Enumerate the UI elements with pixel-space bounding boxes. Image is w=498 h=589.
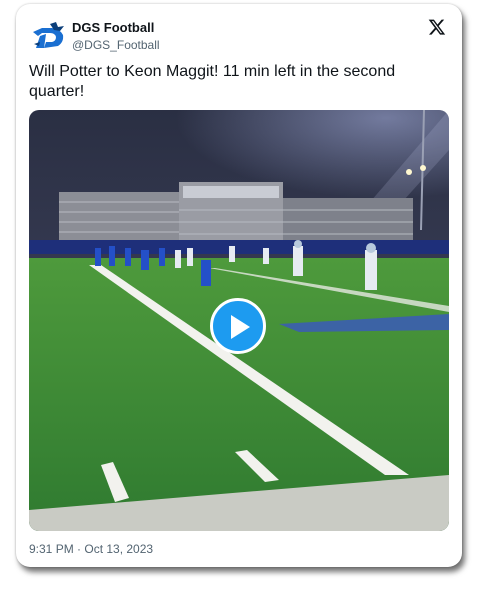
account-handle[interactable]: @DGS_Football bbox=[72, 38, 160, 52]
tweet-timestamp[interactable]: 9:31 PM · Oct 13, 2023 bbox=[29, 542, 153, 556]
display-name[interactable]: DGS Football bbox=[72, 20, 154, 35]
tweet-header: DGS Football @DGS_Football bbox=[30, 16, 448, 56]
x-logo-icon[interactable] bbox=[428, 18, 446, 36]
tweet-card: DGS Football @DGS_Football Will Potter t… bbox=[16, 4, 462, 567]
video-player[interactable] bbox=[29, 110, 449, 531]
play-icon bbox=[231, 315, 250, 339]
play-button[interactable] bbox=[210, 298, 266, 354]
dgs-mustang-logo-icon bbox=[30, 18, 68, 56]
avatar[interactable] bbox=[30, 18, 68, 56]
tweet-text: Will Potter to Keon Maggit! 11 min left … bbox=[29, 63, 396, 100]
